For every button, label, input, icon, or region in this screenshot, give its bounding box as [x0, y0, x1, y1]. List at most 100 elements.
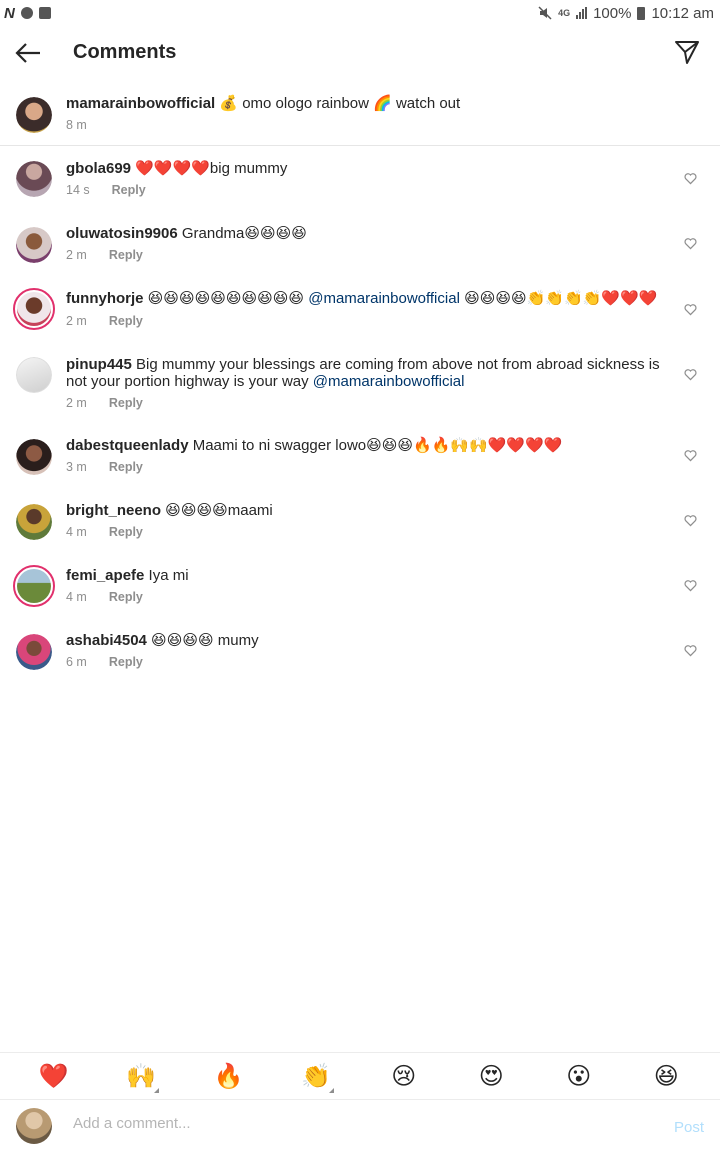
status-right-icons: 4G 100% 10:12 am — [538, 5, 714, 22]
comment-body: 😆😆😆😆 mumy — [146, 632, 259, 649]
comment-item: bright_neeno 😆😆😆😆maami 4 m Reply — [0, 491, 720, 556]
comment-meta: 4 m Reply — [66, 590, 143, 604]
comment-item: pinup445 Big mummy your blessings are co… — [0, 345, 720, 425]
avatar-with-story-ring[interactable] — [13, 565, 55, 607]
like-heart-icon[interactable] — [684, 368, 697, 381]
clock: 10:12 am — [651, 4, 714, 22]
emoji-raised-hands: 🙌 — [126, 1062, 157, 1090]
mention-link[interactable]: @mamarainbowofficial — [308, 290, 460, 307]
comment-meta: 2 m Reply — [66, 314, 143, 328]
emoji-heart-button[interactable]: ❤️ — [34, 1056, 74, 1096]
comment-meta: 2 m Reply — [66, 248, 143, 262]
avatar[interactable] — [16, 439, 52, 475]
reply-button[interactable]: Reply — [109, 460, 143, 474]
page-title: Comments — [73, 41, 177, 63]
avatar[interactable] — [16, 504, 52, 540]
like-heart-icon[interactable] — [684, 644, 697, 657]
comment-time: 14 s — [66, 183, 90, 197]
reply-button[interactable]: Reply — [109, 525, 143, 539]
own-avatar — [16, 1108, 52, 1144]
comment-username[interactable]: gbola699 — [66, 160, 131, 177]
comment-meta: 2 m Reply — [66, 396, 143, 410]
like-heart-icon[interactable] — [684, 237, 697, 250]
emoji-laughing-button[interactable]: 😆 — [646, 1056, 686, 1096]
reply-button[interactable]: Reply — [109, 590, 143, 604]
comment-composer: Post — [0, 1101, 720, 1152]
comment-time: 2 m — [66, 396, 87, 410]
comment-body: Iya mi — [144, 567, 189, 584]
reply-button[interactable]: Reply — [109, 248, 143, 262]
avatar-with-story-ring[interactable] — [13, 288, 55, 330]
emoji-crying-button[interactable]: 😢 — [384, 1056, 424, 1096]
back-button[interactable] — [12, 38, 44, 68]
comment-text: oluwatosin9906 Grandma😆😆😆😆 — [66, 225, 670, 242]
comment-text: ashabi4504 😆😆😆😆 mumy — [66, 632, 670, 649]
avatar[interactable] — [16, 97, 52, 133]
caption-time: 8 m — [66, 118, 87, 132]
comment-text: femi_apefe Iya mi — [66, 567, 670, 584]
back-arrow-icon — [15, 43, 40, 63]
emoji-surprised-button[interactable]: 😮 — [559, 1056, 599, 1096]
comment-text: dabestqueenlady Maami to ni swagger lowo… — [66, 437, 670, 454]
share-button[interactable] — [674, 39, 702, 67]
paper-plane-icon — [675, 41, 699, 64]
comment-time: 2 m — [66, 248, 87, 262]
comment-username[interactable]: bright_neeno — [66, 502, 161, 519]
caption-body: 💰 omo ologo rainbow 🌈 watch out — [215, 95, 461, 112]
comment-body: Maami to ni swagger lowo😆😆😆🔥🔥🙌🙌❤️❤️❤️❤️ — [188, 437, 563, 454]
avatar[interactable] — [16, 227, 52, 263]
battery-percent: 100% — [593, 4, 632, 22]
emoji-heart-eyes-button[interactable]: 😍 — [471, 1056, 511, 1096]
comment-username[interactable]: pinup445 — [66, 356, 132, 373]
comment-body-end: 😆😆😆😆👏👏👏👏❤️❤️❤️ — [459, 290, 658, 307]
emoji-raised-hands-button[interactable]: 🙌 — [121, 1056, 161, 1096]
comment-username[interactable]: ashabi4504 — [66, 632, 147, 649]
like-heart-icon[interactable] — [684, 579, 697, 592]
comment-meta: 14 s Reply — [66, 183, 146, 197]
reply-button[interactable]: Reply — [112, 183, 146, 197]
post-button[interactable]: Post — [674, 1119, 704, 1136]
comment-body: Grandma😆😆😆😆 — [177, 225, 307, 242]
like-heart-icon[interactable] — [684, 303, 697, 316]
comment-item: oluwatosin9906 Grandma😆😆😆😆 2 m Reply — [0, 215, 720, 279]
comment-username[interactable]: dabestqueenlady — [66, 437, 189, 454]
emoji-quick-bar: ❤️ 🙌 🔥 👏 😢 😍 😮 😆 — [0, 1052, 720, 1100]
gallery-notification-icon — [38, 7, 51, 19]
comment-time: 4 m — [66, 590, 87, 604]
comment-username[interactable]: oluwatosin9906 — [66, 225, 178, 242]
comment-meta: 3 m Reply — [66, 460, 143, 474]
caption-username[interactable]: mamarainbowofficial — [66, 95, 215, 112]
reply-button[interactable]: Reply — [109, 396, 143, 410]
reply-button[interactable]: Reply — [109, 314, 143, 328]
battery-icon — [637, 6, 646, 20]
comment-username[interactable]: funnyhorje — [66, 290, 144, 307]
avatar[interactable] — [16, 161, 52, 197]
like-heart-icon[interactable] — [684, 514, 697, 527]
comment-item: dabestqueenlady Maami to ni swagger lowo… — [0, 426, 720, 491]
avatar[interactable] — [16, 357, 52, 393]
comment-body: 😆😆😆😆😆😆😆😆😆😆 — [143, 290, 309, 307]
network-type: 4G — [558, 7, 571, 18]
mention-link[interactable]: @mamarainbowofficial — [313, 373, 465, 390]
emoji-clap-button[interactable]: 👏 — [296, 1056, 336, 1096]
comment-time: 2 m — [66, 314, 87, 328]
comment-input[interactable] — [73, 1115, 633, 1132]
comment-item: funnyhorje 😆😆😆😆😆😆😆😆😆😆 @mamarainbowoffici… — [0, 280, 720, 345]
comment-time: 6 m — [66, 655, 87, 669]
skin-tone-indicator — [329, 1088, 335, 1093]
comment-body: 😆😆😆😆maami — [161, 502, 273, 519]
emoji-fire-button[interactable]: 🔥 — [209, 1056, 249, 1096]
comment-time: 4 m — [66, 525, 87, 539]
avatar[interactable] — [16, 634, 52, 670]
comment-item: gbola699 ❤️❤️❤️❤️big mummy 14 s Reply — [0, 150, 720, 214]
comment-text: pinup445 Big mummy your blessings are co… — [66, 356, 670, 390]
comment-meta: 6 m Reply — [66, 655, 143, 669]
comment-text: gbola699 ❤️❤️❤️❤️big mummy — [66, 160, 670, 177]
app-notification-icon — [20, 7, 33, 19]
like-heart-icon[interactable] — [684, 449, 697, 462]
reply-button[interactable]: Reply — [109, 655, 143, 669]
n-notification-icon: N — [4, 4, 15, 22]
like-heart-icon[interactable] — [684, 172, 697, 185]
comment-username[interactable]: femi_apefe — [66, 567, 144, 584]
comment-item: ashabi4504 😆😆😆😆 mumy 6 m Reply — [0, 621, 720, 686]
